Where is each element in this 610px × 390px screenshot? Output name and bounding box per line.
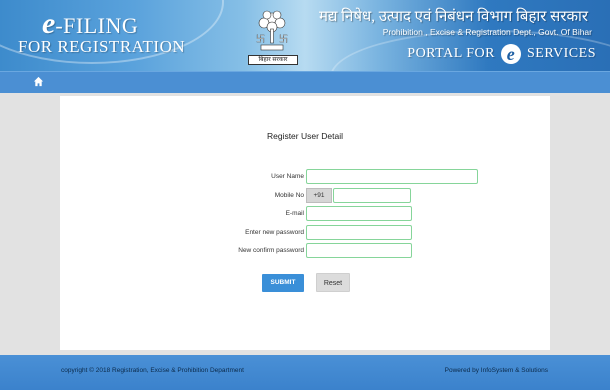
username-input[interactable] <box>306 169 478 184</box>
logo-subtitle: FOR REGISTRATION <box>18 37 186 56</box>
header-banner: e-FILING FOR REGISTRATION 卐 卐 बिहार सरका… <box>0 0 610 71</box>
portal-tagline: PORTAL FOR e SERVICES <box>407 44 596 64</box>
email-row: E-mail <box>60 206 550 223</box>
portal-e-icon: e <box>500 44 521 64</box>
emblem-label: बिहार सरकार <box>248 55 298 65</box>
portal-prefix: PORTAL FOR <box>407 46 495 62</box>
nav-bar <box>0 71 610 93</box>
logo-word: -FILING <box>55 13 139 38</box>
mobile-label: Mobile No <box>274 192 304 199</box>
svg-text:卐: 卐 <box>256 34 265 45</box>
footer: copyright © 2018 Registration, Excise & … <box>0 355 610 390</box>
new-password-input[interactable] <box>306 225 412 240</box>
email-input[interactable] <box>306 206 412 221</box>
bodhi-tree-icon: 卐 卐 <box>256 10 288 51</box>
bihar-emblem: 卐 卐 बिहार सरकार <box>247 9 298 67</box>
mobile-row: Mobile No +91 <box>60 188 550 205</box>
copyright-text: copyright © 2018 Registration, Excise & … <box>61 367 244 374</box>
logo-e-letter: e <box>42 7 56 40</box>
email-label: E-mail <box>285 210 304 217</box>
confirm-password-row: New confirm password <box>60 243 550 260</box>
hindi-department-title: मद्य निषेध, उत्पाद एवं निबंधन विभाग बिहा… <box>318 9 588 25</box>
svg-text:卐: 卐 <box>279 34 288 45</box>
reset-button[interactable]: Reset <box>316 273 350 292</box>
submit-button[interactable]: SUBMIT <box>262 274 304 292</box>
confirm-password-label: New confirm password <box>238 247 304 254</box>
mobile-input[interactable] <box>333 188 411 203</box>
new-password-row: Enter new password <box>60 225 550 242</box>
confirm-password-input[interactable] <box>306 243 412 258</box>
country-code-prefix: +91 <box>306 188 332 203</box>
form-title: Register User Detail <box>266 131 344 141</box>
powered-by-text: Powered by InfoSystem & Solutions <box>444 367 548 374</box>
registration-card: Register User Detail User Name Mobile No… <box>60 96 550 350</box>
new-password-label: Enter new password <box>245 229 304 236</box>
home-icon[interactable] <box>33 76 44 87</box>
department-name: Prohibition , Excise & Registration Dept… <box>382 27 592 37</box>
username-row: User Name <box>60 169 550 186</box>
username-label: User Name <box>271 173 304 180</box>
portal-suffix: SERVICES <box>526 46 596 62</box>
